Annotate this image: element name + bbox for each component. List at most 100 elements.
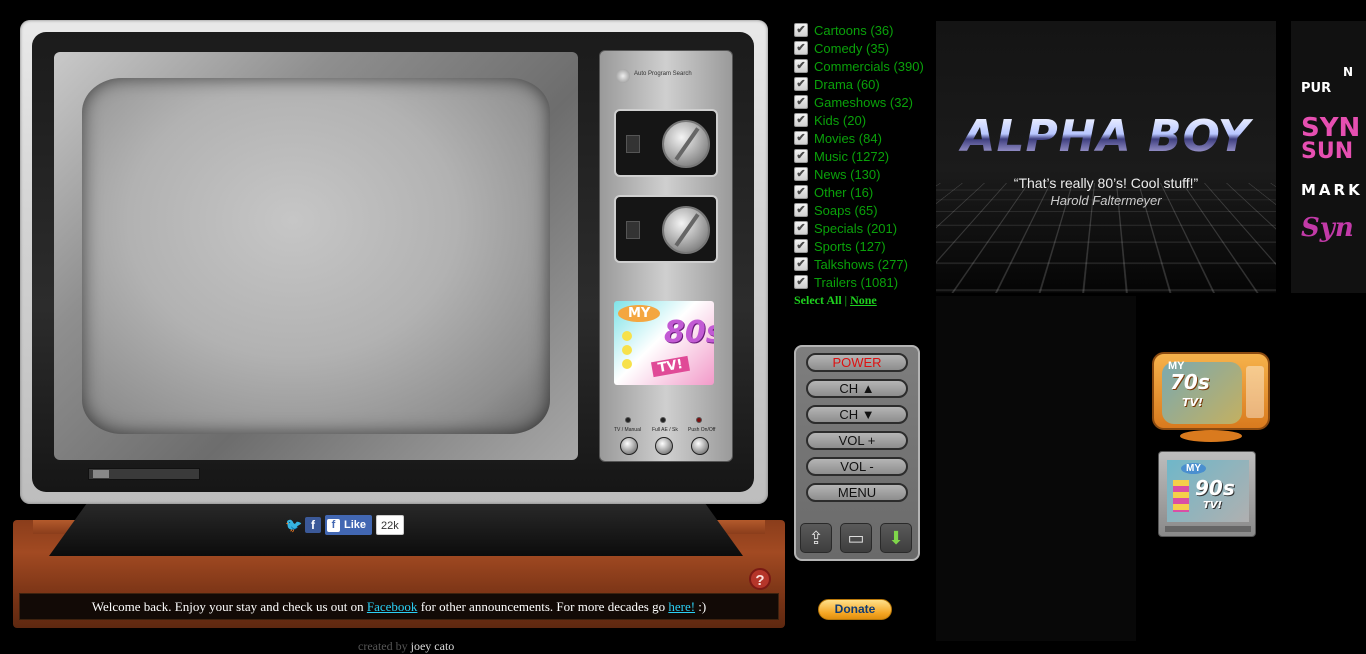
tv70-tv: TV! — [1182, 396, 1204, 409]
banner-quote: “That’s really 80’s! Cool stuff!” — [1013, 175, 1199, 191]
facebook-link[interactable]: Facebook — [367, 599, 418, 614]
banner2-line: PUR — [1301, 81, 1332, 96]
volume-knob-slot — [626, 221, 640, 239]
category-label[interactable]: Trailers (1081) — [814, 275, 898, 290]
category-label[interactable]: Drama (60) — [814, 77, 880, 92]
tv-set: Auto Program Search MY 80s TV! — [20, 20, 768, 504]
tv-mode-button[interactable] — [620, 437, 638, 455]
tv-fine-tune-button[interactable] — [655, 437, 673, 455]
my-70s-tv-link[interactable]: MY 70s TV! — [1152, 352, 1270, 446]
alpha-boy-banner[interactable]: ALPHA BOY “That’s really 80’s! Cool stuf… — [936, 21, 1276, 293]
my-80s-tv-logo: MY 80s TV! — [614, 301, 714, 385]
category-label[interactable]: Talkshows (277) — [814, 257, 908, 272]
auto-search-button — [616, 69, 630, 83]
category-item[interactable]: ✔ Kids (20) — [794, 111, 934, 129]
category-label[interactable]: Soaps (65) — [814, 203, 878, 218]
category-label[interactable]: Kids (20) — [814, 113, 866, 128]
checkbox[interactable]: ✔ — [794, 41, 808, 55]
facebook-icon[interactable]: f — [305, 517, 321, 533]
tv90-pattern — [1173, 480, 1189, 512]
category-item[interactable]: ✔ Movies (84) — [794, 129, 934, 147]
volume-down-button[interactable]: VOL - — [806, 457, 908, 476]
remote-control: POWER CH ▲ CH ▼ VOL + VOL - MENU ⇪ ▭ ⬇ — [794, 345, 920, 561]
checkbox[interactable]: ✔ — [794, 167, 808, 181]
category-item[interactable]: ✔ Cartoons (36) — [794, 21, 934, 39]
volume-knob[interactable] — [662, 206, 710, 254]
checkbox[interactable]: ✔ — [794, 59, 808, 73]
tv90-tv: TV! — [1203, 500, 1223, 511]
banner-author: Harold Faltermeyer — [1050, 193, 1162, 208]
more-decades-link[interactable]: here! — [668, 599, 695, 614]
facebook-like-button[interactable]: f Like — [325, 515, 373, 535]
tv-control-panel: Auto Program Search MY 80s TV! — [599, 50, 733, 462]
donate-button[interactable]: Donate — [818, 599, 892, 620]
checkbox[interactable]: ✔ — [794, 113, 808, 127]
category-item[interactable]: ✔ Comedy (35) — [794, 39, 934, 57]
category-item[interactable]: ✔ Gameshows (32) — [794, 93, 934, 111]
synth-banner[interactable]: N PUR SYN SUN MARK Syn — [1291, 21, 1366, 293]
category-item[interactable]: ✔ Talkshows (277) — [794, 255, 934, 273]
tv70-side-panel — [1246, 366, 1264, 418]
select-all-link[interactable]: Select All — [794, 293, 842, 307]
share-icon[interactable]: ⇪ — [800, 523, 832, 553]
logo-dot — [622, 359, 632, 369]
twitter-icon[interactable]: 🐦 — [285, 517, 302, 533]
category-label[interactable]: Movies (84) — [814, 131, 882, 146]
checkbox[interactable]: ✔ — [794, 149, 808, 163]
download-icon[interactable]: ⬇ — [880, 523, 912, 553]
category-label[interactable]: Commercials (390) — [814, 59, 924, 74]
checkbox[interactable]: ✔ — [794, 203, 808, 217]
category-item[interactable]: ✔ Music (1272) — [794, 147, 934, 165]
selection-separator: | — [844, 293, 848, 307]
indicator-led — [660, 417, 666, 423]
checkbox[interactable]: ✔ — [794, 257, 808, 271]
category-label[interactable]: Music (1272) — [814, 149, 889, 164]
category-item[interactable]: ✔ Specials (201) — [794, 219, 934, 237]
category-item[interactable]: ✔ Soaps (65) — [794, 201, 934, 219]
panel-button-label: TV / Manual — [614, 427, 641, 433]
help-icon[interactable]: ? — [749, 568, 771, 590]
category-label[interactable]: Other (16) — [814, 185, 873, 200]
category-item[interactable]: ✔ Commercials (390) — [794, 57, 934, 75]
checkbox[interactable]: ✔ — [794, 77, 808, 91]
category-item[interactable]: ✔ Other (16) — [794, 183, 934, 201]
like-label: Like — [344, 519, 367, 531]
logo-my: MY — [618, 305, 661, 322]
checkbox[interactable]: ✔ — [794, 185, 808, 199]
chat-icon[interactable]: ▭ — [840, 523, 872, 553]
category-label[interactable]: Specials (201) — [814, 221, 897, 236]
category-item[interactable]: ✔ Sports (127) — [794, 237, 934, 255]
channel-knob[interactable] — [662, 120, 710, 168]
logo-tv: TV! — [650, 355, 690, 378]
tv90-label: 90s — [1195, 476, 1235, 500]
volume-up-button[interactable]: VOL + — [806, 431, 908, 450]
tv-power-button[interactable] — [691, 437, 709, 455]
checkbox[interactable]: ✔ — [794, 131, 808, 145]
category-item[interactable]: ✔ Drama (60) — [794, 75, 934, 93]
power-button[interactable]: POWER — [806, 353, 908, 372]
checkbox[interactable]: ✔ — [794, 95, 808, 109]
checkbox[interactable]: ✔ — [794, 239, 808, 253]
tv-stage: Auto Program Search MY 80s TV! — [13, 0, 788, 653]
category-label[interactable]: Cartoons (36) — [814, 23, 893, 38]
select-none-link[interactable]: None — [850, 293, 877, 307]
checkbox[interactable]: ✔ — [794, 221, 808, 235]
channel-down-button[interactable]: CH ▼ — [806, 405, 908, 424]
channel-knob-box — [614, 109, 718, 177]
menu-button[interactable]: MENU — [806, 483, 908, 502]
category-label[interactable]: Comedy (35) — [814, 41, 889, 56]
indicator-led — [625, 417, 631, 423]
checkbox[interactable]: ✔ — [794, 275, 808, 289]
banner2-line: N — [1343, 65, 1354, 79]
channel-up-button[interactable]: CH ▲ — [806, 379, 908, 398]
category-label[interactable]: News (130) — [814, 167, 880, 182]
logo-dot — [622, 345, 632, 355]
checkbox[interactable]: ✔ — [794, 23, 808, 37]
category-item[interactable]: ✔ News (130) — [794, 165, 934, 183]
category-label[interactable]: Gameshows (32) — [814, 95, 913, 110]
category-item[interactable]: ✔ Trailers (1081) — [794, 273, 934, 291]
category-label[interactable]: Sports (127) — [814, 239, 886, 254]
tv-screen[interactable] — [82, 78, 550, 434]
selection-links: Select All | None — [794, 293, 934, 308]
my-90s-tv-link[interactable]: MY 90s TV! — [1158, 451, 1256, 537]
